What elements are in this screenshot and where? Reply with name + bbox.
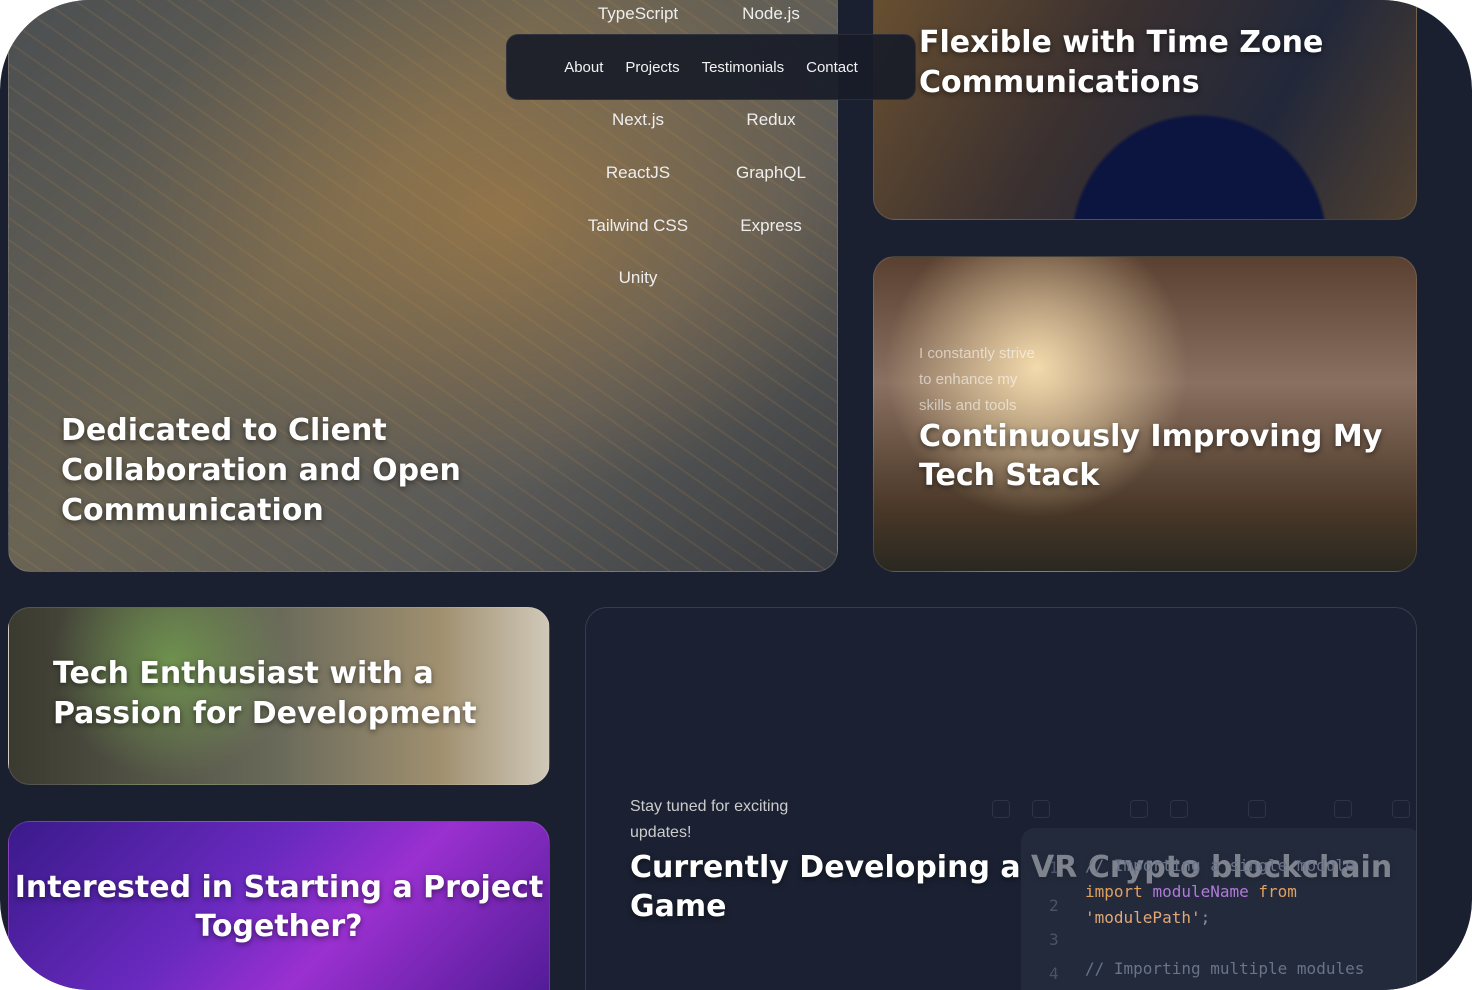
code-line: import moduleName from bbox=[1085, 882, 1297, 901]
skill-nextjs: Next.js bbox=[612, 110, 664, 129]
code-keyword: from bbox=[1258, 882, 1297, 901]
card-title: Tech Enthusiast with a Passion for Devel… bbox=[53, 656, 477, 731]
nav-about[interactable]: About bbox=[564, 59, 603, 76]
card-subtitle: Stay tuned for exciting updates! bbox=[630, 798, 789, 841]
skill-graphql: GraphQL bbox=[736, 163, 806, 182]
grid-square bbox=[1170, 800, 1188, 818]
card-title: Flexible with Time Zone Communications bbox=[919, 25, 1324, 100]
grid-square bbox=[1130, 800, 1148, 818]
line-number: 1 bbox=[1049, 858, 1059, 877]
nav-testimonials[interactable]: Testimonials bbox=[702, 59, 785, 76]
card-start-project[interactable]: Interested in Starting a Project Togethe… bbox=[8, 821, 550, 990]
code-snippet: 1 2 3 4 // Importing a single module imp… bbox=[1021, 828, 1416, 990]
code-comment: // Importing a single module bbox=[1085, 856, 1355, 875]
card-timezone: Flexible with Time Zone Communications bbox=[873, 0, 1417, 220]
code-string: 'modulePath' bbox=[1085, 908, 1201, 927]
line-number: 3 bbox=[1049, 930, 1059, 949]
card-tech-stack: I constantly strive to enhance my skills… bbox=[873, 256, 1417, 572]
code-identifier: moduleName bbox=[1152, 882, 1249, 901]
nav-contact[interactable]: Contact bbox=[806, 59, 858, 76]
grid-square bbox=[1334, 800, 1352, 818]
card-title: Dedicated to Client Collaboration and Op… bbox=[61, 413, 461, 528]
skill-nodejs: Node.js bbox=[742, 4, 800, 23]
grid-square bbox=[1392, 800, 1410, 818]
card-title: Continuously Improving My Tech Stack bbox=[919, 419, 1383, 493]
card-vr-game: Stay tuned for exciting updates! Current… bbox=[585, 607, 1417, 990]
card-title: Interested in Starting a Project Togethe… bbox=[14, 870, 544, 944]
grid-square bbox=[1248, 800, 1266, 818]
grid-square bbox=[992, 800, 1010, 818]
line-number: 4 bbox=[1049, 964, 1059, 983]
skill-tailwind: Tailwind CSS bbox=[587, 216, 689, 235]
code-punct: ; bbox=[1200, 908, 1211, 927]
skill-unity: Unity bbox=[618, 268, 658, 287]
page: Dedicated to Client Collaboration and Op… bbox=[0, 0, 1472, 990]
nav-projects[interactable]: Projects bbox=[625, 59, 679, 76]
nav-bar: About Projects Testimonials Contact bbox=[506, 34, 916, 100]
card-tech-enthusiast: Tech Enthusiast with a Passion for Devel… bbox=[8, 607, 550, 785]
line-number: 2 bbox=[1049, 896, 1059, 915]
code-comment: // Importing multiple modules bbox=[1085, 959, 1365, 978]
code-keyword: import bbox=[1085, 882, 1143, 901]
card-subtitle: I constantly strive to enhance my skills… bbox=[919, 345, 1035, 414]
code-line: 'modulePath'; bbox=[1085, 908, 1210, 927]
skill-reactjs: ReactJS bbox=[605, 163, 671, 182]
skill-redux: Redux bbox=[746, 110, 796, 129]
grid-square bbox=[1032, 800, 1050, 818]
skill-typescript: TypeScript bbox=[597, 4, 679, 23]
skill-express: Express bbox=[740, 216, 802, 235]
